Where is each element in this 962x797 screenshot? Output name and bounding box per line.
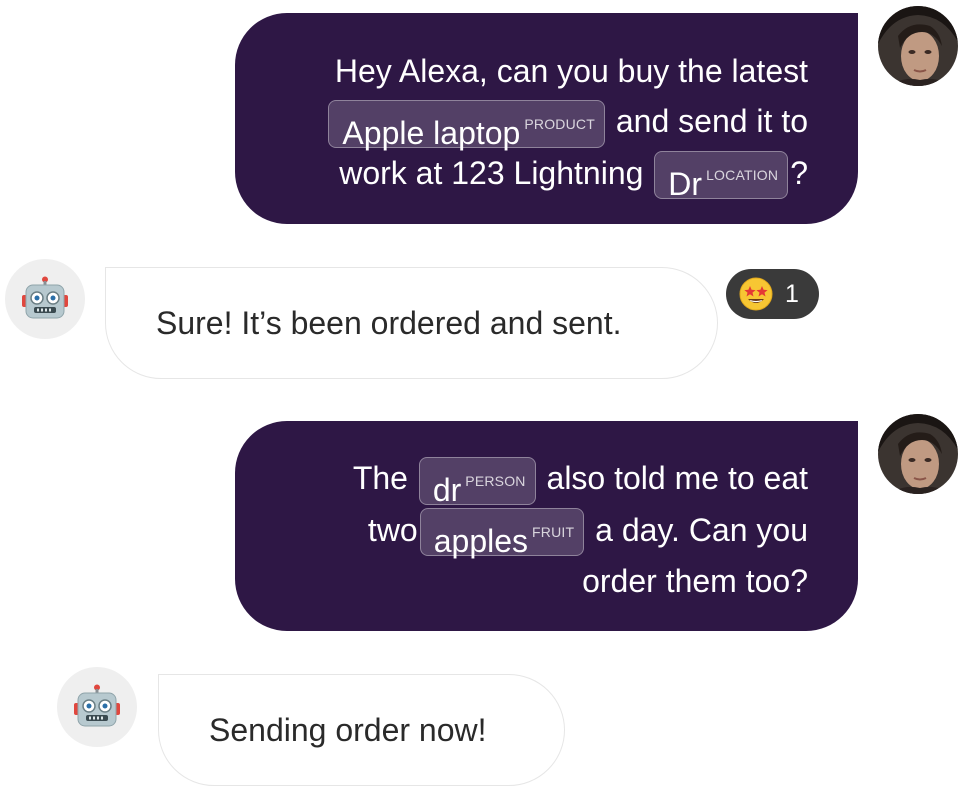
robot-face-icon xyxy=(22,276,68,319)
bot-avatar xyxy=(57,667,137,747)
message-line: The dr PERSON also told me to eat xyxy=(352,453,808,508)
entity-text: dr xyxy=(432,471,462,508)
entity-text: apples xyxy=(433,523,529,560)
entity-highlight-product[interactable]: Apple laptop PRODUCT xyxy=(328,99,605,151)
message-text: Sending order now! xyxy=(209,711,487,748)
message-line: Hey Alexa, can you buy the latest xyxy=(334,53,808,89)
entity-highlight-person[interactable]: dr PERSON xyxy=(418,456,536,508)
robot-face-icon xyxy=(74,684,120,727)
message-text-segment: and send it to xyxy=(615,103,808,139)
entity-label: FRUIT xyxy=(532,524,575,541)
message-line: two apples FRUIT a day. Can you xyxy=(353,505,808,560)
user-message-bubble: The dr PERSON also told me to eat two appl… xyxy=(235,421,858,631)
entity-highlight-fruit[interactable]: apples FRUIT xyxy=(419,508,585,560)
entity-label: PERSON xyxy=(465,472,526,489)
message-text: Sure! It’s been ordered and sent. xyxy=(156,304,622,341)
reaction-badge[interactable]: 1 xyxy=(726,269,819,319)
message-line: Apple laptop PRODUCT and send it to xyxy=(326,96,808,151)
star-struck-emoji-icon xyxy=(739,277,773,311)
entity-label: PRODUCT xyxy=(524,115,595,132)
message-text-segment: two xyxy=(367,511,418,548)
message-text: Hey Alexa, can you buy the latest Apple … xyxy=(326,46,808,203)
user-message-bubble: Hey Alexa, can you buy the latest Apple … xyxy=(235,13,858,224)
user-avatar[interactable] xyxy=(878,414,958,494)
entity-text: Dr xyxy=(668,166,703,203)
bot-message-bubble: Sure! It’s been ordered and sent. xyxy=(105,267,718,379)
message-text-segment: The xyxy=(352,460,408,496)
message-text: The dr PERSON also told me to eat two appl… xyxy=(353,453,808,606)
entity-label: LOCATION xyxy=(706,167,779,184)
bot-avatar xyxy=(5,259,85,339)
user-avatar-icon xyxy=(878,6,958,86)
user-avatar-icon xyxy=(878,414,958,494)
entity-highlight-location[interactable]: Dr LOCATION xyxy=(654,151,789,203)
message-text-segment: ? xyxy=(790,154,808,191)
message-text-segment: a day. Can you xyxy=(595,511,808,548)
reaction-count: 1 xyxy=(785,279,799,308)
message-text-segment: also told me to eat xyxy=(546,460,808,496)
message-line: order them too? xyxy=(582,563,808,600)
message-line: work at 123 Lightning Dr LOCATION? xyxy=(326,148,808,203)
user-avatar[interactable] xyxy=(878,6,958,86)
entity-text: Apple laptop xyxy=(342,114,521,151)
message-text-segment: work at 123 Lightning xyxy=(339,154,644,191)
bot-message-bubble: Sending order now! xyxy=(158,674,565,786)
